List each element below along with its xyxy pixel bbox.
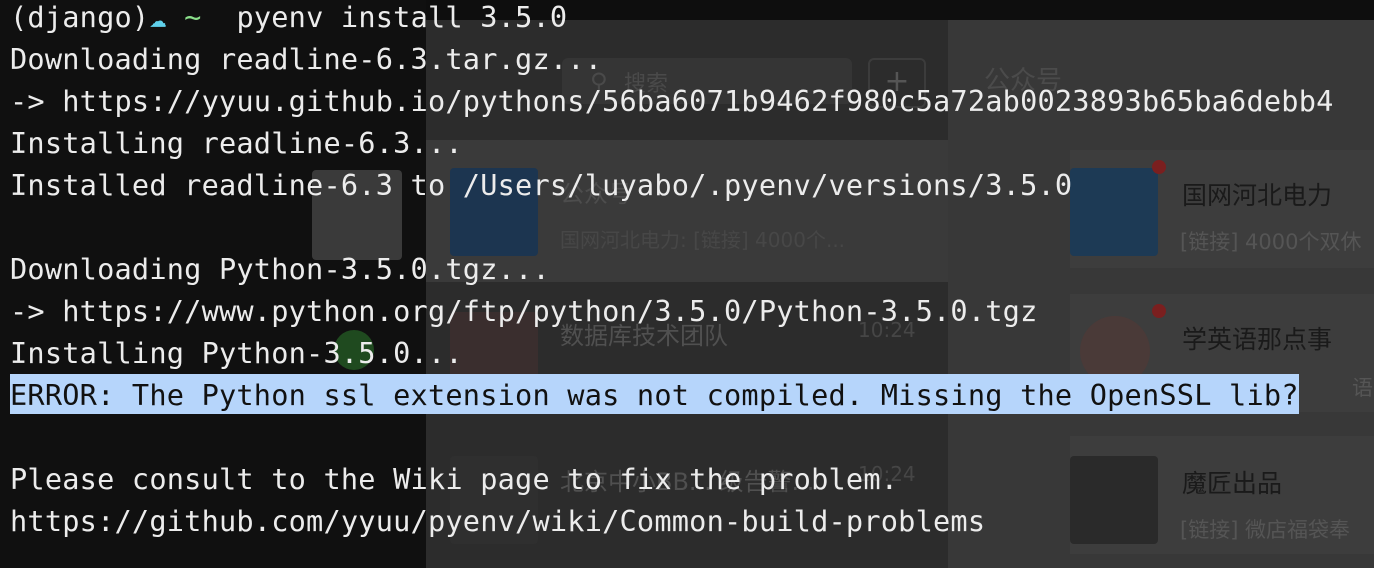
prompt-directory: ~ — [184, 0, 202, 34]
terminal-line: -> https://www.python.org/ftp/python/3.5… — [10, 294, 1038, 328]
terminal-line: Installed readline-6.3 to /Users/luyabo/… — [10, 168, 1073, 202]
prompt-env: (django) — [10, 0, 150, 34]
terminal-link-line[interactable]: https://github.com/yyuu/pyenv/wiki/Commo… — [10, 500, 985, 542]
terminal-line: Downloading readline-6.3.tar.gz... — [10, 42, 603, 76]
terminal-line: -> https://yyuu.github.io/pythons/56ba60… — [10, 84, 1334, 118]
terminal-output[interactable]: (django)☁ ~ pyenv install 3.5.0 Download… — [0, 0, 1374, 568]
terminal-line: Installing Python-3.5.0... — [10, 336, 463, 370]
cloud-icon: ☁ — [149, 0, 167, 34]
terminal-error-line-selected[interactable]: ERROR: The Python ssl extension was not … — [10, 374, 1299, 414]
terminal-line: Please consult to the Wiki page to fix t… — [10, 462, 899, 496]
terminal-line: Installing readline-6.3... — [10, 126, 463, 160]
terminal-line: Downloading Python-3.5.0.tgz... — [10, 252, 550, 286]
prompt-command: pyenv install 3.5.0 — [236, 0, 568, 34]
terminal-prompt-line: (django)☁ ~ pyenv install 3.5.0 — [10, 0, 567, 38]
